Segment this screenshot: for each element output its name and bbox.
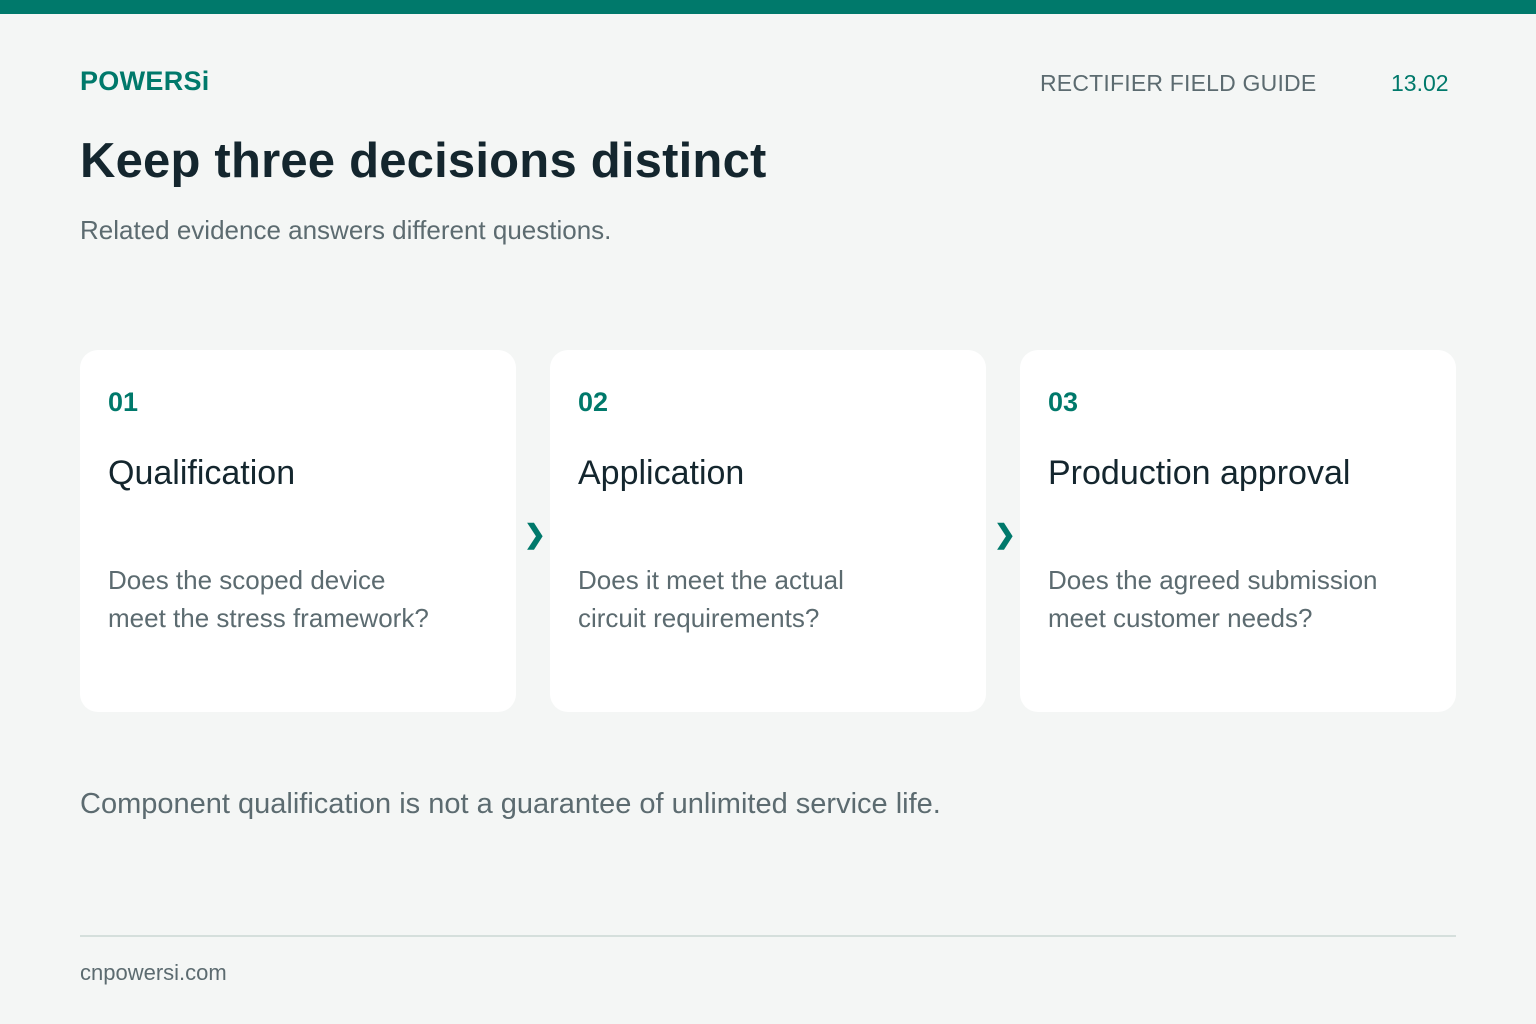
step-question: Does it meet the actual circuit requirem… <box>578 565 844 633</box>
chevron-right-icon: ❯ <box>994 519 1016 549</box>
step-title: Application <box>578 454 745 492</box>
step-card-application: 02 Application Does it meet the actual c… <box>550 350 986 712</box>
page-subtitle: Related evidence answers different quest… <box>80 215 612 245</box>
guide-label: RECTIFIER FIELD GUIDE <box>1040 70 1317 96</box>
footer-site-url: cnpowersi.com <box>80 960 227 985</box>
step-card-production-approval: 03 Production approval Does the agreed s… <box>1020 350 1456 712</box>
footer-divider <box>80 935 1456 937</box>
footnote: Component qualification is not a guarant… <box>80 788 941 820</box>
top-accent-bar <box>0 0 1536 14</box>
brand-logo: POWERSi <box>80 66 210 96</box>
step-question: Does the scoped device meet the stress f… <box>108 565 429 633</box>
step-card-qualification: 01 Qualification Does the scoped device … <box>80 350 516 712</box>
page-title: Keep three decisions distinct <box>80 134 767 188</box>
step-number: 02 <box>578 387 609 417</box>
chevron-right-icon: ❯ <box>524 519 546 549</box>
step-question: Does the agreed submission meet customer… <box>1048 565 1378 633</box>
step-number: 01 <box>108 387 139 417</box>
step-number: 03 <box>1048 387 1079 417</box>
step-title: Qualification <box>108 454 296 492</box>
page-number: 13.02 <box>1391 70 1449 96</box>
step-title: Production approval <box>1048 454 1351 492</box>
